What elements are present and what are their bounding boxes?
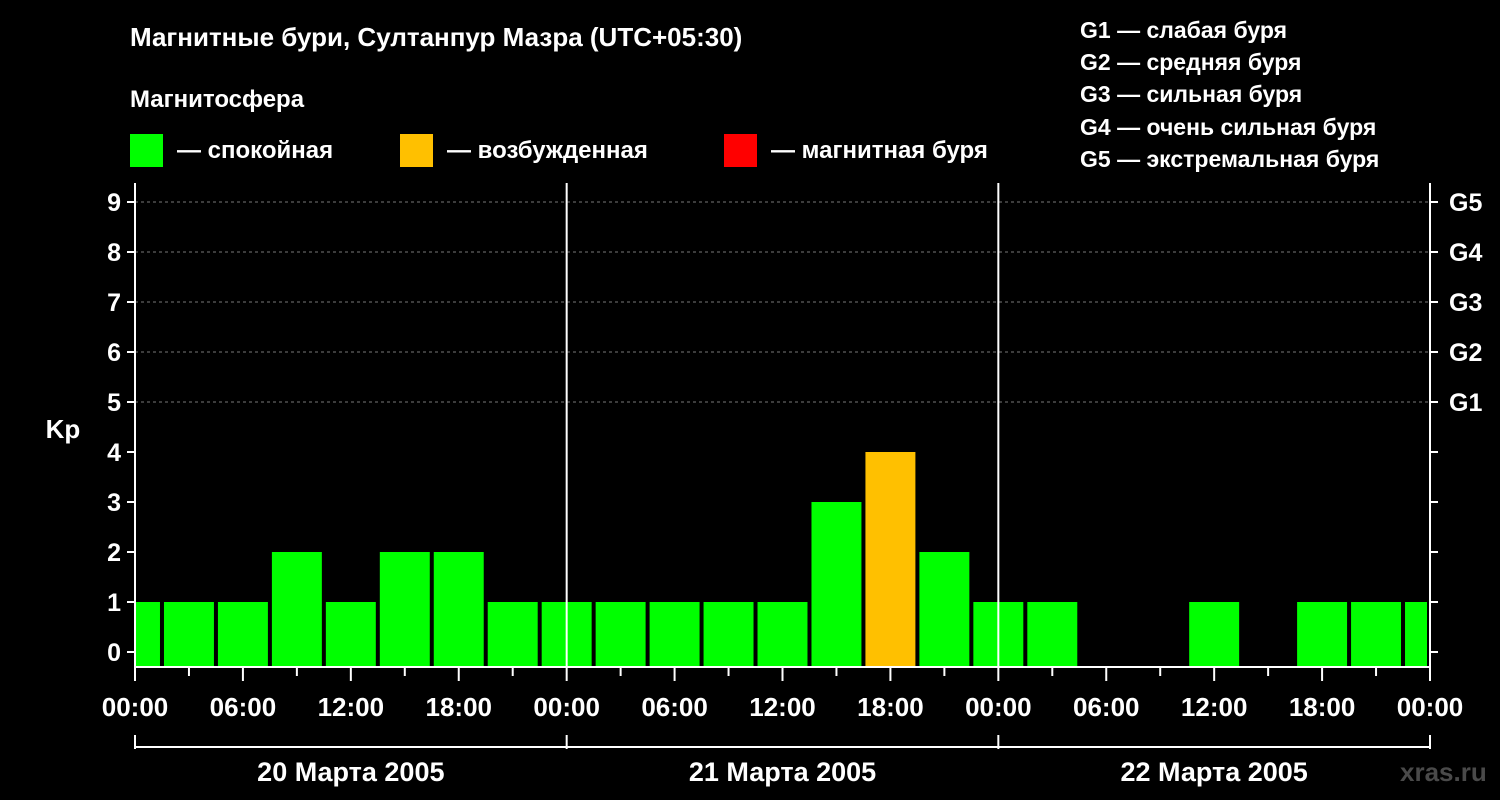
kp-bar <box>757 602 808 667</box>
x-tick-label: 18:00 <box>857 692 924 722</box>
g-level-tick-label: G3 <box>1449 289 1482 317</box>
x-tick-label: 00:00 <box>102 692 169 722</box>
kp-bar <box>1027 602 1078 667</box>
kp-bar <box>487 602 538 667</box>
kp-bar <box>865 452 916 667</box>
g-level-tick-label: G2 <box>1449 339 1482 367</box>
x-tick-label: 06:00 <box>210 692 277 722</box>
x-tick-label: 00:00 <box>965 692 1032 722</box>
g-level-tick-label: G4 <box>1449 239 1482 267</box>
watermark: xras.ru <box>1400 757 1487 787</box>
y-tick-label: 9 <box>107 189 121 217</box>
y-tick-label: 7 <box>107 289 121 317</box>
y-tick-label: 3 <box>107 489 121 517</box>
kp-bar <box>1189 602 1240 667</box>
kp-bar <box>1405 602 1427 667</box>
x-tick-label: 06:00 <box>641 692 708 722</box>
x-tick-label: 00:00 <box>1397 692 1464 722</box>
kp-bar <box>649 602 700 667</box>
kp-bar <box>379 552 430 667</box>
kp-chart: 0 1 2 3 4 5 6 7 8 9 G1 G2 G3 G4 G5 Kp 00:00 06:00 12:00 18:… <box>46 183 1482 787</box>
y-tick-label: 6 <box>107 339 121 367</box>
day-label: 21 Марта 2005 <box>689 757 876 787</box>
y-axis-label: Kp <box>46 414 81 444</box>
y-tick-label: 2 <box>107 539 121 567</box>
y-tick-label: 4 <box>107 439 121 467</box>
kp-bar <box>811 502 862 667</box>
y-tick-label: 5 <box>107 389 121 417</box>
x-tick-label: 18:00 <box>426 692 493 722</box>
kp-bar <box>325 602 376 667</box>
kp-bar <box>1297 602 1348 667</box>
kp-bar <box>703 602 754 667</box>
kp-bar <box>1351 602 1402 667</box>
g-level-tick-label: G1 <box>1449 389 1482 417</box>
x-tick-label: 18:00 <box>1289 692 1356 722</box>
x-tick-label: 00:00 <box>533 692 600 722</box>
x-tick-label: 12:00 <box>749 692 816 722</box>
kp-bar <box>217 602 268 667</box>
day-label: 20 Марта 2005 <box>257 757 444 787</box>
x-tick-label: 06:00 <box>1073 692 1140 722</box>
kp-bar <box>271 552 322 667</box>
y-tick-label: 0 <box>107 639 121 667</box>
y-tick-label: 1 <box>107 589 121 617</box>
g-level-tick-label: G5 <box>1449 189 1482 217</box>
x-tick-label: 12:00 <box>318 692 385 722</box>
kp-bar <box>919 552 970 667</box>
day-label: 22 Марта 2005 <box>1121 757 1308 787</box>
kp-bar <box>163 602 214 667</box>
kp-bar <box>433 552 484 667</box>
x-tick-label: 12:00 <box>1181 692 1248 722</box>
kp-bar <box>595 602 646 667</box>
kp-bar <box>136 602 160 667</box>
y-tick-label: 8 <box>107 239 121 267</box>
